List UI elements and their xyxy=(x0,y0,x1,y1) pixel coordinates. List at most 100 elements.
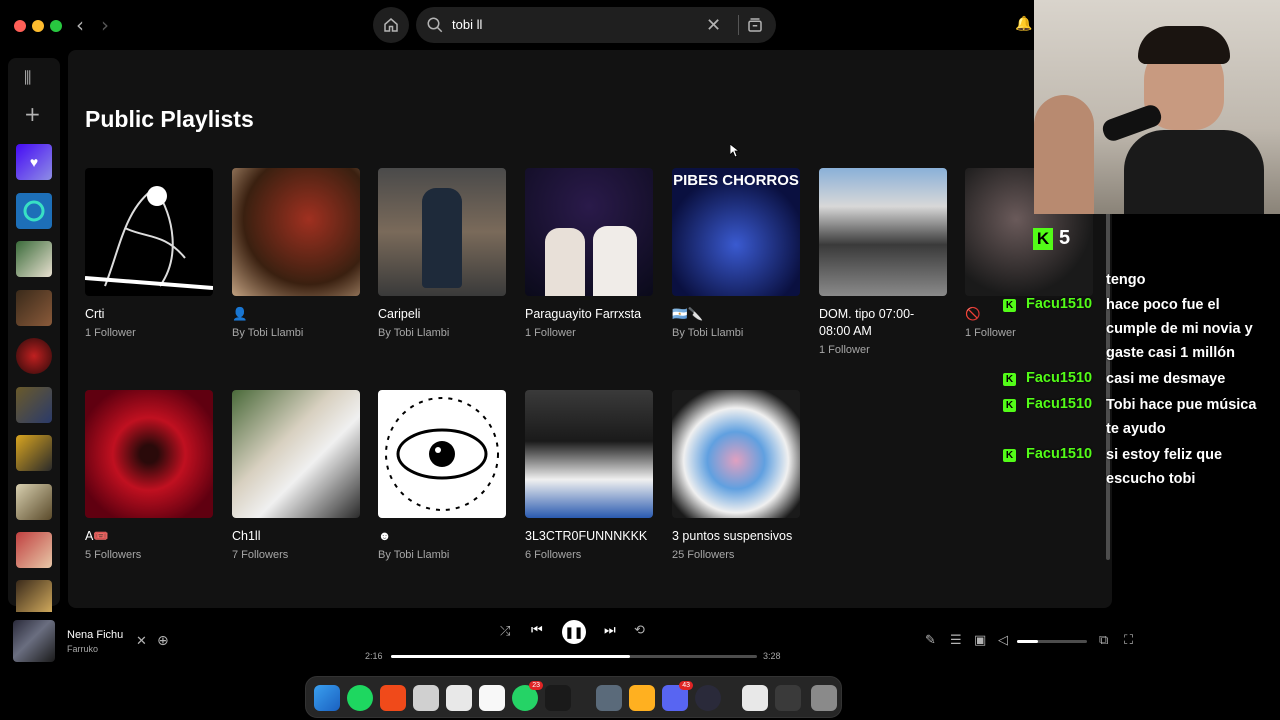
progress-fill xyxy=(391,655,631,658)
playlist-title: A🎟️ xyxy=(85,529,109,543)
browse-icon[interactable] xyxy=(746,16,764,34)
fullscreen-icon[interactable]: ⛶ xyxy=(1124,633,1133,648)
playlist-subtitle: 1 Follower xyxy=(525,327,576,339)
playlist-card[interactable]: Ch1ll 7 Followers xyxy=(232,390,362,561)
back-arrow-icon[interactable]: ‹ xyxy=(76,13,84,37)
library-item-thumb[interactable] xyxy=(16,532,52,568)
home-button[interactable] xyxy=(373,7,409,43)
add-to-library-icon[interactable]: ⊕ xyxy=(157,633,169,649)
playlist-card[interactable]: Crti 1 Follower xyxy=(85,168,215,339)
liked-songs-thumb[interactable]: ♥ xyxy=(16,144,52,180)
minimize-window-button[interactable] xyxy=(32,20,44,32)
trash-icon[interactable] xyxy=(811,685,837,711)
folder-icon[interactable] xyxy=(742,685,768,711)
now-playing-title[interactable]: Nena Fichu xyxy=(67,629,123,641)
playlist-subtitle: 1 Follower xyxy=(819,344,870,356)
player-bar: Nena Fichu Farruko ✕ ⊕ ⤮ ⏮ ❚❚ ⏭ ⟲ 2:16 3… xyxy=(0,612,1148,672)
now-playing-cover[interactable] xyxy=(13,620,55,662)
folder-icon[interactable] xyxy=(775,685,801,711)
chat-text: hace poco fue el xyxy=(1106,297,1220,313)
volume-icon[interactable]: ◁ xyxy=(998,633,1008,648)
obs-icon[interactable] xyxy=(695,685,721,711)
close-icon[interactable]: ✕ xyxy=(136,634,147,649)
kick-logo-icon: K xyxy=(1033,227,1053,250)
circle-logo-icon xyxy=(23,200,45,222)
app-icon[interactable] xyxy=(413,685,439,711)
app-icon[interactable] xyxy=(596,685,622,711)
shuffle-icon[interactable]: ⤮ xyxy=(500,624,510,639)
maximize-window-button[interactable] xyxy=(50,20,62,32)
library-icon[interactable]: ⫼ xyxy=(24,68,31,88)
playlist-card[interactable]: 👤 By Tobi Llambi xyxy=(232,168,362,339)
playlist-card[interactable]: 3 puntos suspensivos 25 Followers xyxy=(672,390,802,561)
webcam-overlay xyxy=(1034,0,1280,214)
repeat-icon[interactable]: ⟲ xyxy=(634,623,645,638)
playlist-cover xyxy=(525,390,653,518)
app-icon[interactable] xyxy=(545,685,571,711)
library-item-thumb[interactable] xyxy=(16,580,52,616)
notifications-bell-icon[interactable]: 🔔 xyxy=(1015,16,1032,32)
pause-button[interactable]: ❚❚ xyxy=(562,620,586,644)
elapsed-time: 2:16 xyxy=(365,651,383,661)
queue-icon[interactable]: ☰ xyxy=(950,633,962,648)
pages-icon[interactable] xyxy=(629,685,655,711)
chat-text: casi me desmaye xyxy=(1106,371,1226,387)
spotify-icon[interactable] xyxy=(347,685,373,711)
playlist-card[interactable]: ☻ By Tobi Llambi xyxy=(378,390,508,561)
progress-bar[interactable] xyxy=(391,655,757,658)
whatsapp-icon[interactable]: 23 xyxy=(512,681,543,711)
kick-icon: K xyxy=(1003,373,1016,386)
library-item-thumb[interactable] xyxy=(16,435,52,471)
notification-badge: 43 xyxy=(679,681,693,690)
connect-device-icon[interactable]: ▣ xyxy=(974,633,986,648)
playlist-card[interactable]: Caripeli By Tobi Llambi xyxy=(378,168,508,339)
chat-username: Facu1510 xyxy=(1026,396,1093,412)
search-results-panel: Public Playlists Crti 1 Follower 👤 By To… xyxy=(68,50,1112,608)
volume-slider[interactable] xyxy=(1017,640,1087,643)
playlist-title: Ch1ll xyxy=(232,529,261,543)
playlist-card[interactable]: PIBES CHORROS 🇦🇷🔪 By Tobi Llambi xyxy=(672,168,802,339)
playlist-cover xyxy=(672,390,800,518)
app-icon[interactable] xyxy=(446,685,472,711)
playlist-card[interactable]: Paraguayito Farrxsta 1 Follower xyxy=(525,168,655,339)
library-item-thumb[interactable] xyxy=(16,193,52,229)
playlist-card[interactable]: 3L3CTR0FUNNNKKK 6 Followers xyxy=(525,390,655,561)
create-playlist-icon[interactable]: + xyxy=(24,102,41,126)
section-title: Public Playlists xyxy=(85,106,254,132)
brave-icon[interactable] xyxy=(380,685,406,711)
search-icon xyxy=(427,17,443,33)
chat-username: Facu1510 xyxy=(1026,296,1093,312)
playlist-subtitle: By Tobi Llambi xyxy=(378,327,450,339)
library-item-thumb[interactable] xyxy=(16,290,52,326)
playlist-card[interactable]: DOM. tipo 07:00-08:00 AM 1 Follower xyxy=(819,168,949,356)
playlist-subtitle: By Tobi Llambi xyxy=(378,549,450,561)
library-item-thumb[interactable] xyxy=(16,241,52,277)
person-left xyxy=(1034,95,1094,214)
next-track-icon[interactable]: ⏭ xyxy=(604,623,616,638)
streamer-hair xyxy=(1138,26,1230,64)
spotify-window: ‹ › tobi ll ✕ 🔔 ⫼ + ♥ Public Playlists C… xyxy=(0,0,1148,672)
kick-icon: K xyxy=(1003,449,1016,462)
lyrics-mic-icon[interactable]: ✎ xyxy=(925,633,936,648)
app-icon[interactable] xyxy=(479,685,505,711)
previous-track-icon[interactable]: ⏮ xyxy=(531,623,543,638)
search-input[interactable]: tobi ll xyxy=(452,17,482,32)
chat-username: Facu1510 xyxy=(1026,370,1093,386)
miniplayer-icon[interactable]: ⧉ xyxy=(1099,633,1108,648)
finder-icon[interactable] xyxy=(314,685,340,711)
now-playing-artist[interactable]: Farruko xyxy=(67,644,98,654)
forward-arrow-icon[interactable]: › xyxy=(101,13,109,37)
library-item-thumb[interactable] xyxy=(16,484,52,520)
volume-fill xyxy=(1017,640,1038,643)
library-artist-thumb[interactable] xyxy=(16,338,52,374)
library-item-thumb[interactable] xyxy=(16,387,52,423)
playlist-cover xyxy=(85,390,213,518)
search-bar[interactable]: tobi ll ✕ xyxy=(416,7,776,43)
clear-search-icon[interactable]: ✕ xyxy=(706,15,721,36)
chat-text: te ayudo xyxy=(1106,421,1166,437)
close-window-button[interactable] xyxy=(14,20,26,32)
playlist-card[interactable]: A🎟️ 5 Followers xyxy=(85,390,215,561)
home-icon xyxy=(384,18,398,32)
viewer-count: K 5 xyxy=(1033,227,1070,250)
discord-icon[interactable]: 43 xyxy=(662,681,693,711)
